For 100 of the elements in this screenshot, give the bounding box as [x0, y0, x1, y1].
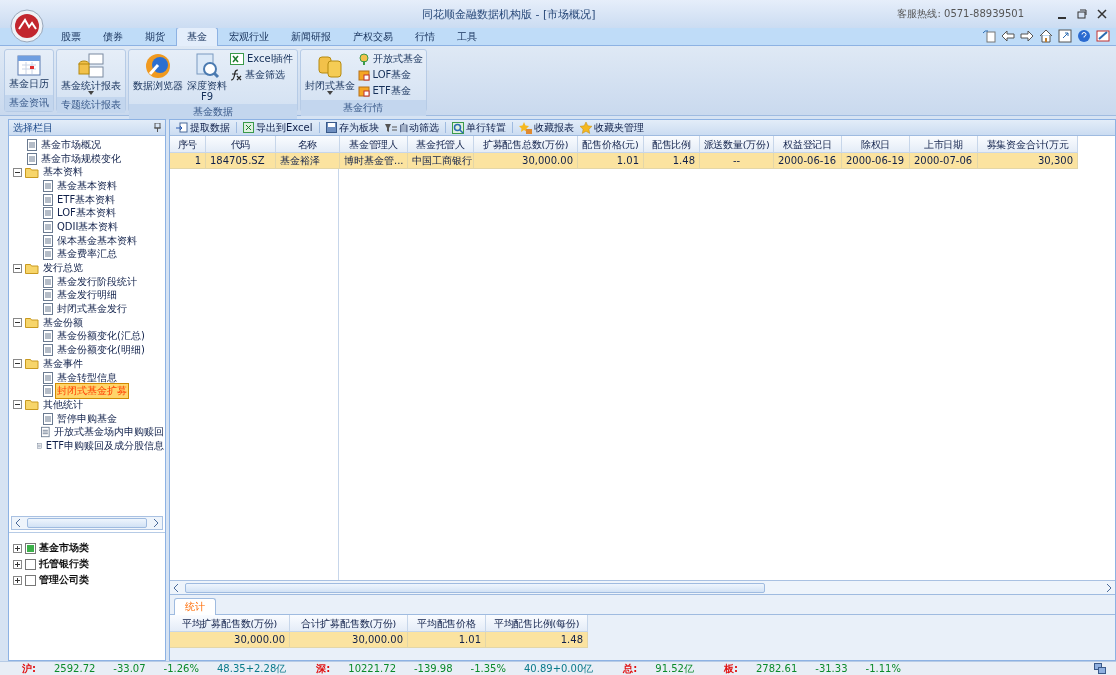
table-cell: 2000-06-16: [774, 153, 842, 169]
column-header[interactable]: 平均配售比例(每份): [486, 615, 588, 632]
column-header[interactable]: 扩募配售总数(万份): [474, 136, 578, 153]
horizontal-scrollbar[interactable]: [170, 580, 1115, 594]
market-quote: -33.07: [113, 663, 146, 674]
toolbar-button[interactable]: 自动筛选: [384, 120, 439, 135]
column-header[interactable]: 权益登记日: [774, 136, 842, 153]
magnifier-document-icon: [194, 52, 220, 80]
collapse-icon[interactable]: [13, 359, 22, 369]
column-header[interactable]: 基金管理人: [340, 136, 408, 153]
tree-item[interactable]: 基金市场规模变化: [40, 151, 122, 166]
column-header[interactable]: 上市日期: [910, 136, 978, 153]
toolbar-button[interactable]: 导出到Excel: [243, 120, 313, 135]
column-header[interactable]: 基金托管人: [408, 136, 474, 153]
tree-item[interactable]: 基金基本资料: [56, 178, 118, 193]
table-cell: 30,300: [978, 153, 1078, 169]
checkbox[interactable]: [25, 574, 36, 586]
menu-tab[interactable]: 期货: [134, 27, 176, 46]
ribbon-button[interactable]: 基金统计报表: [60, 52, 122, 95]
window-icon[interactable]: [1058, 28, 1072, 43]
collapse-icon[interactable]: [13, 400, 22, 410]
toolbar-button[interactable]: 收藏报表: [518, 120, 574, 135]
menu-tab[interactable]: 新闻研报: [280, 27, 342, 46]
menu-tab[interactable]: 股票: [50, 27, 92, 46]
ribbon-button[interactable]: LOF基金: [357, 68, 423, 82]
tree-item[interactable]: 开放式基金场内申购赎回: [53, 425, 165, 440]
toolbar-button[interactable]: 存为板块: [325, 120, 379, 135]
tree-item[interactable]: 其他统计: [42, 397, 84, 412]
horizontal-scrollbar[interactable]: [11, 516, 163, 530]
restore-icon[interactable]: [1076, 8, 1088, 20]
table-cell: 30,000.00: [290, 632, 408, 648]
menu-tab[interactable]: 工具: [446, 27, 488, 46]
forward-arrow-icon[interactable]: [1020, 28, 1034, 43]
back-arrow-icon[interactable]: [1001, 28, 1015, 43]
collapse-icon[interactable]: [13, 263, 22, 273]
ribbon-button[interactable]: 封闭式基金: [303, 52, 356, 98]
tree-item[interactable]: 封闭式基金发行: [56, 302, 128, 317]
edit-icon[interactable]: [1096, 28, 1110, 43]
pin-icon[interactable]: [154, 123, 161, 132]
tree-item[interactable]: 基本资料: [42, 165, 84, 180]
checkbox[interactable]: [25, 542, 36, 554]
tree-item[interactable]: 暂停申购基金: [56, 411, 118, 426]
column-header[interactable]: 名称: [276, 136, 340, 153]
table-cell: 博时基金管...: [340, 153, 408, 169]
toolbar-button[interactable]: 提取数据: [176, 120, 230, 135]
close-icon[interactable]: [1096, 8, 1108, 20]
tree-item[interactable]: 基金份额: [42, 315, 84, 330]
group-label: 基金行情: [300, 100, 426, 116]
expand-icon[interactable]: [13, 575, 22, 585]
menu-tab[interactable]: 行情: [404, 27, 446, 46]
tree-item[interactable]: 基金转型信息: [56, 370, 118, 385]
menu-tab[interactable]: 宏观行业: [218, 27, 280, 46]
column-header[interactable]: 合计扩募配售数(万份): [290, 615, 408, 632]
ribbon-button[interactable]: ETF基金: [357, 84, 423, 98]
menu-tab[interactable]: 债券: [92, 27, 134, 46]
tree-item[interactable]: ETF基本资料: [56, 192, 117, 207]
toolbar-button[interactable]: 单行转置: [451, 120, 506, 135]
column-header[interactable]: 除权日: [842, 136, 910, 153]
column-header[interactable]: 平均配售价格: [408, 615, 486, 632]
toolbar-button[interactable]: 收藏夹管理: [579, 120, 644, 135]
ribbon-button[interactable]: 基金日历: [8, 52, 50, 93]
market-quote: 2592.72: [54, 663, 96, 674]
home-icon[interactable]: [1039, 28, 1053, 43]
ribbon-button[interactable]: Excel插件: [230, 52, 294, 66]
column-header[interactable]: 募集资金合计(万元: [978, 136, 1078, 153]
market-quote: -31.33: [815, 663, 848, 674]
tree-item[interactable]: 基金发行阶段统计: [56, 274, 138, 289]
tree-item[interactable]: ETF申购赎回及成分股信息: [44, 438, 165, 453]
expand-icon[interactable]: [13, 559, 22, 569]
column-header[interactable]: 代码: [206, 136, 276, 153]
collapse-icon[interactable]: [13, 167, 22, 177]
extract-icon: [176, 122, 188, 133]
tree-item[interactable]: 基金份额变化(汇总): [56, 329, 146, 344]
tree-item[interactable]: 基金发行明细: [56, 288, 118, 303]
ribbon-button[interactable]: 基金筛选: [230, 68, 294, 82]
tree-item[interactable]: 基金费率汇总: [56, 247, 118, 262]
calendar-icon: [16, 52, 42, 78]
expand-icon[interactable]: [13, 543, 22, 553]
tree-item[interactable]: LOF基本资料: [56, 206, 117, 221]
column-header[interactable]: 配售价格(元): [578, 136, 644, 153]
ribbon-button[interactable]: 深度资料 F9: [186, 52, 228, 102]
tree-item[interactable]: 基金份额变化(明细): [56, 343, 146, 358]
collapse-icon[interactable]: [13, 318, 22, 328]
table-cell: 2000-07-06: [910, 153, 978, 169]
tree-item[interactable]: QDII基本资料: [56, 219, 120, 234]
column-header[interactable]: 派送数量(万份): [700, 136, 774, 153]
tree-item[interactable]: 保本基金基本资料: [56, 233, 138, 248]
tree-item[interactable]: 发行总览: [42, 261, 84, 276]
ribbon-button[interactable]: 开放式基金: [357, 52, 423, 66]
tree-item[interactable]: 基金市场概况: [40, 137, 102, 152]
new-page-icon[interactable]: [982, 28, 996, 43]
checkbox[interactable]: [25, 558, 36, 570]
tree-item[interactable]: 基金事件: [42, 356, 84, 371]
ribbon-button[interactable]: 数据浏览器: [132, 52, 184, 102]
menu-tab[interactable]: 产权交易: [342, 27, 404, 46]
column-header[interactable]: 平均扩募配售数(万份): [170, 615, 290, 632]
column-header[interactable]: 配售比例: [644, 136, 700, 153]
column-header[interactable]: 序号: [170, 136, 206, 153]
table-cell: 184705.SZ: [206, 153, 276, 169]
help-icon[interactable]: [1077, 28, 1091, 43]
